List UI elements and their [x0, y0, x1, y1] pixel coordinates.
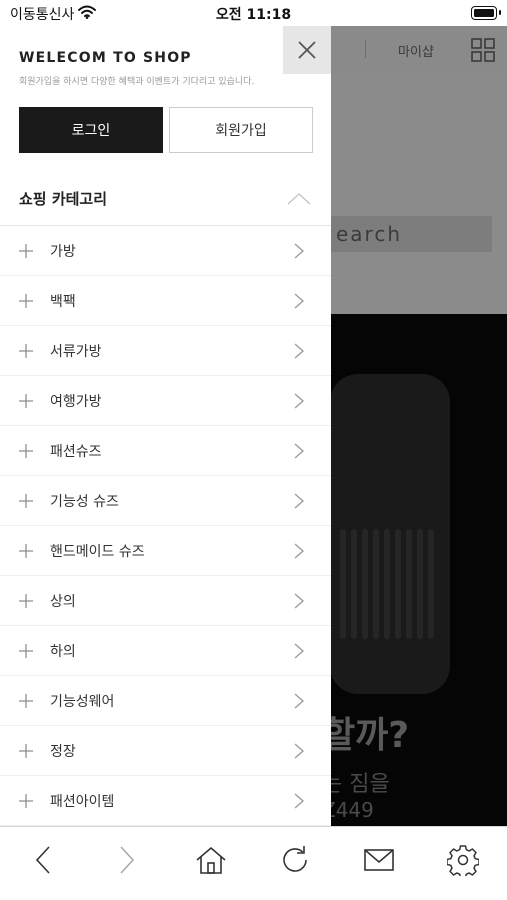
- mail-button[interactable]: [362, 843, 396, 877]
- chevron-right-icon: [294, 393, 304, 409]
- chevron-right-icon: [294, 243, 304, 259]
- plus-icon: [19, 594, 33, 608]
- category-header[interactable]: 쇼핑 카테고리: [0, 176, 331, 226]
- category-item-functional-shoes[interactable]: 기능성 슈즈: [0, 476, 331, 526]
- background-mypage-link: 마이샵: [398, 45, 434, 60]
- category-item-briefcase[interactable]: 서류가방: [0, 326, 331, 376]
- plus-icon: [19, 344, 33, 358]
- category-label: 패션슈즈: [50, 444, 102, 460]
- category-label: 정장: [50, 744, 76, 760]
- chevron-right-icon: [294, 743, 304, 759]
- join-button[interactable]: 회원가입: [169, 107, 313, 153]
- bottom-toolbar: [0, 826, 507, 900]
- hero-promo-subtitle: 는 짐을: [322, 772, 390, 797]
- background-header-divider: [365, 40, 366, 58]
- chevron-right-icon: [294, 343, 304, 359]
- close-button[interactable]: [283, 26, 331, 74]
- chevron-right-icon: [294, 293, 304, 309]
- category-label: 서류가방: [50, 344, 102, 360]
- home-icon: [196, 846, 226, 874]
- category-label: 여행가방: [50, 394, 102, 410]
- chevron-right-icon: [294, 543, 304, 559]
- backpack-stripes: [340, 529, 440, 639]
- category-item-fashion-items[interactable]: 패션아이템: [0, 776, 331, 826]
- back-arrow-icon: [35, 846, 50, 874]
- plus-icon: [19, 544, 33, 558]
- side-drawer: WELECOM TO SHOP 회원가입을 하시면 다양한 혜택과 이벤트가 기…: [0, 26, 331, 826]
- category-label: 패션아이템: [50, 794, 115, 810]
- plus-icon: [19, 244, 33, 258]
- category-label: 핸드메이드 슈즈: [50, 544, 145, 560]
- chevron-right-icon: [294, 593, 304, 609]
- category-item-bag[interactable]: 가방: [0, 226, 331, 276]
- chevron-right-icon: [294, 693, 304, 709]
- close-icon: [298, 41, 316, 59]
- category-label: 상의: [50, 594, 76, 610]
- chevron-up-icon[interactable]: [287, 192, 311, 206]
- category-label: 가방: [50, 244, 76, 260]
- back-button[interactable]: [26, 843, 60, 877]
- battery-icon: [471, 6, 501, 20]
- forward-button[interactable]: [110, 843, 144, 877]
- category-list: 가방 백팩 서류가방 여행가방 패션슈즈 기능성 슈즈 핸드메이드 슈즈 상의 …: [0, 226, 331, 826]
- refresh-button[interactable]: [278, 843, 312, 877]
- category-label: 백팩: [50, 294, 76, 310]
- chevron-right-icon: [294, 443, 304, 459]
- chevron-right-icon: [294, 493, 304, 509]
- category-item-backpack[interactable]: 백팩: [0, 276, 331, 326]
- category-item-travel-bag[interactable]: 여행가방: [0, 376, 331, 426]
- category-label: 기능성 슈즈: [50, 494, 119, 510]
- refresh-icon: [283, 846, 307, 872]
- category-item-fashion-shoes[interactable]: 패션슈즈: [0, 426, 331, 476]
- welcome-subtitle: 회원가입을 하시면 다양한 혜택과 이벤트가 기다리고 있습니다.: [19, 77, 255, 87]
- category-label: 하의: [50, 644, 76, 660]
- category-item-handmade-shoes[interactable]: 핸드메이드 슈즈: [0, 526, 331, 576]
- background-search-text: earch: [336, 222, 403, 246]
- category-title: 쇼핑 카테고리: [19, 190, 108, 208]
- welcome-title: WELECOM TO SHOP: [19, 50, 192, 66]
- grid-menu-icon: [471, 38, 495, 62]
- status-time: 오전 11:18: [215, 7, 292, 23]
- forward-arrow-icon: [120, 846, 135, 874]
- login-button[interactable]: 로그인: [19, 107, 163, 153]
- plus-icon: [19, 444, 33, 458]
- plus-icon: [19, 494, 33, 508]
- status-bar: 이동통신사 오전 11:18: [0, 0, 507, 26]
- plus-icon: [19, 694, 33, 708]
- plus-icon: [19, 394, 33, 408]
- category-item-functional-wear[interactable]: 기능성웨어: [0, 676, 331, 726]
- plus-icon: [19, 644, 33, 658]
- plus-icon: [19, 294, 33, 308]
- category-item-suits[interactable]: 정장: [0, 726, 331, 776]
- settings-button[interactable]: [446, 843, 480, 877]
- category-item-bottoms[interactable]: 하의: [0, 626, 331, 676]
- plus-icon: [19, 794, 33, 808]
- hero-promo-title: 할까?: [322, 715, 410, 756]
- chevron-right-icon: [294, 643, 304, 659]
- category-item-tops[interactable]: 상의: [0, 576, 331, 626]
- mail-icon: [364, 849, 394, 871]
- settings-icon: [447, 845, 479, 876]
- chevron-right-icon: [294, 793, 304, 809]
- home-button[interactable]: [194, 843, 228, 877]
- category-label: 기능성웨어: [50, 694, 115, 710]
- plus-icon: [19, 744, 33, 758]
